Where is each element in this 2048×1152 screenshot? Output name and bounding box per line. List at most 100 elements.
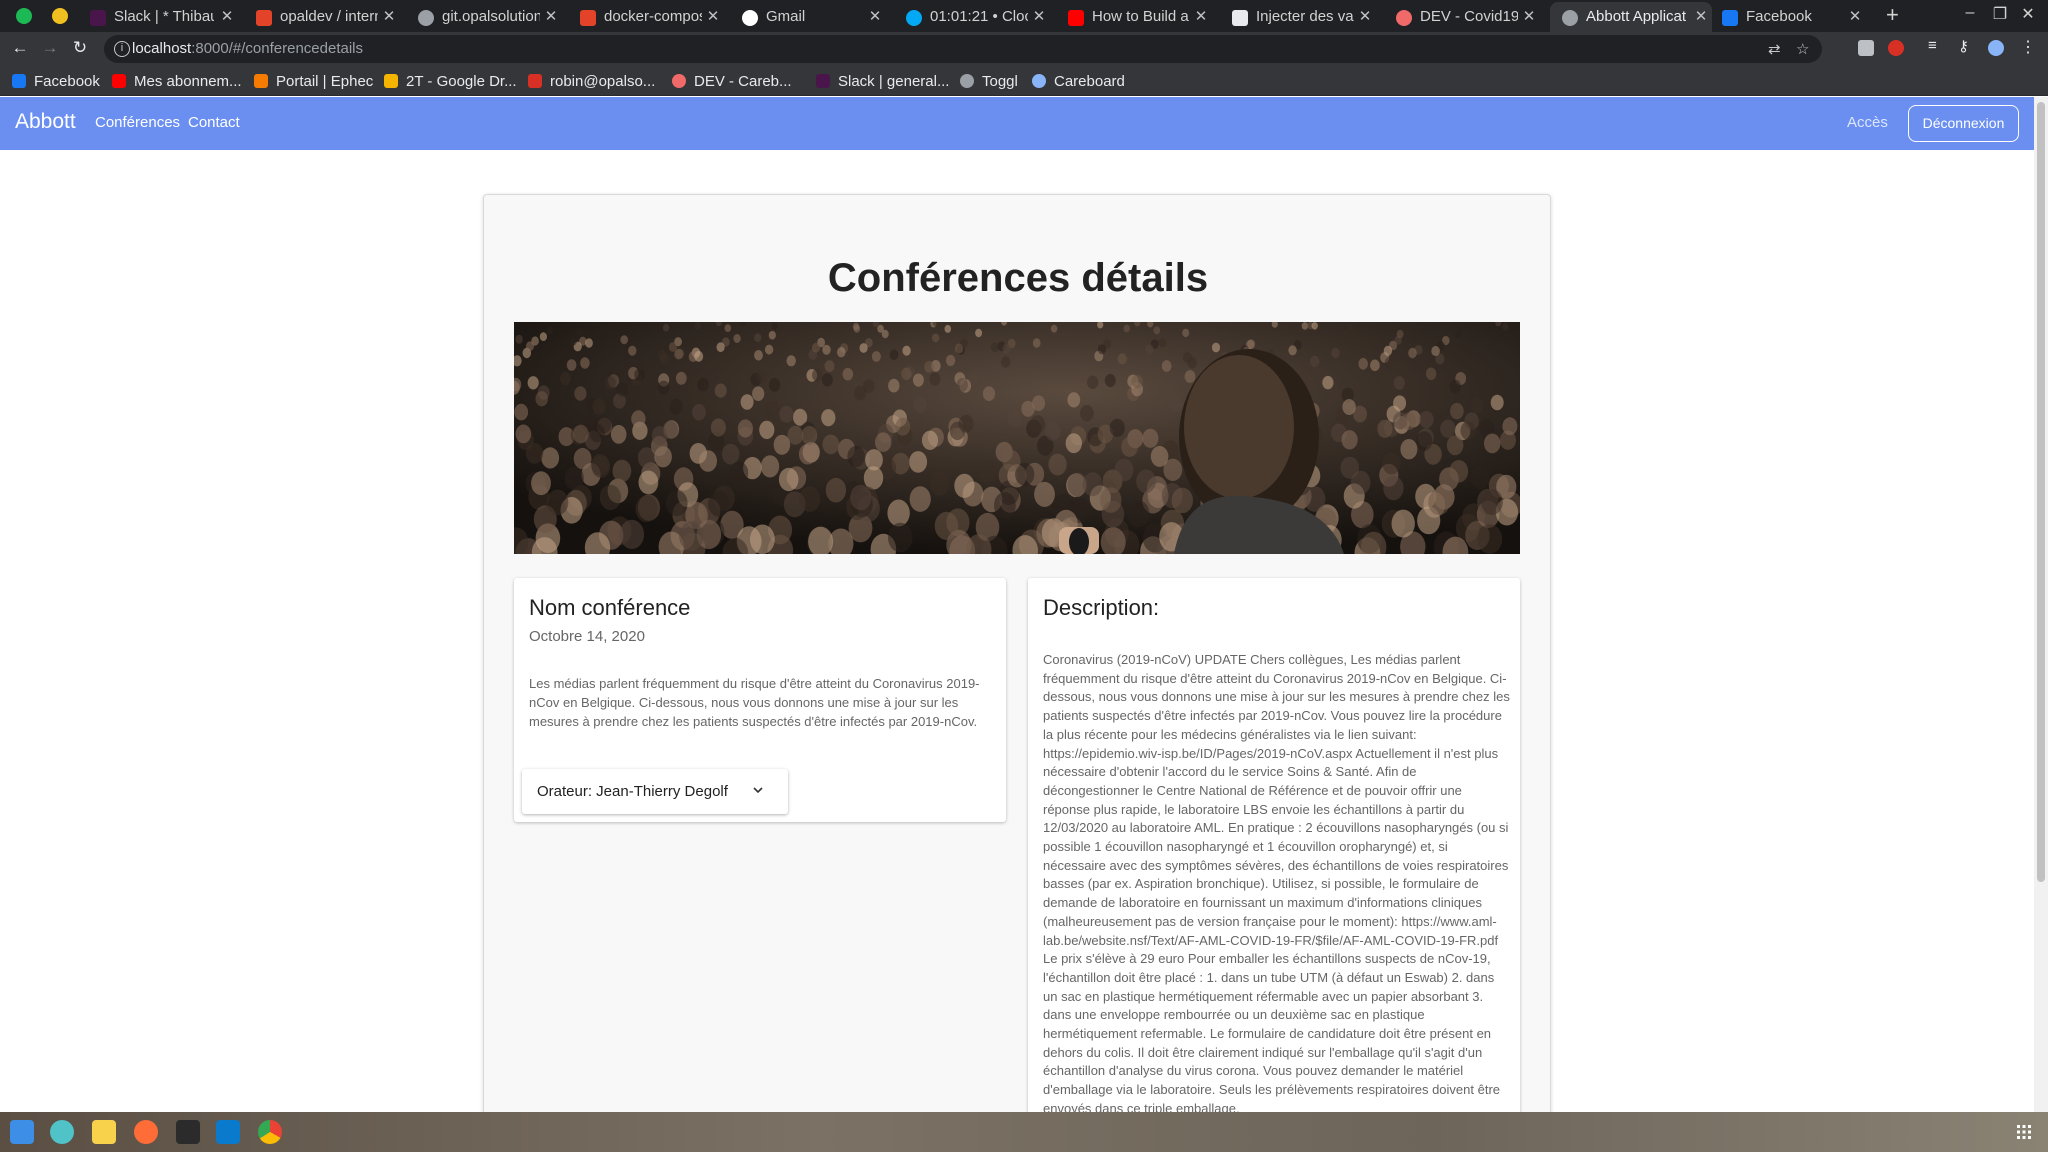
tab-title: How to Build a C bbox=[1092, 8, 1190, 25]
bookmark-item[interactable]: Careboard bbox=[1032, 73, 1125, 90]
forward-icon[interactable]: → bbox=[40, 38, 60, 58]
star-icon[interactable]: ☆ bbox=[1796, 40, 1809, 58]
tab-title: Slack | * Thibaud bbox=[114, 8, 214, 25]
gmail-icon bbox=[528, 74, 542, 88]
page-viewport: Abbott Conférences Contact Accès Déconne… bbox=[0, 97, 2034, 1112]
os-taskbar bbox=[0, 1112, 2048, 1152]
bookmark-item[interactable]: robin@opalso... bbox=[528, 73, 655, 90]
address-bar[interactable]: i localhost:8000/#/conferencedetails ⇄ ☆ bbox=[104, 35, 1822, 63]
profile-avatar[interactable] bbox=[1988, 40, 2004, 56]
facebook-icon bbox=[1722, 10, 1738, 26]
tab-title: Injecter des vari bbox=[1256, 8, 1354, 25]
close-tab-icon[interactable]: ✕ bbox=[706, 2, 720, 32]
tab-title: opaldev / intern bbox=[280, 8, 378, 25]
pinned-tab-icon[interactable] bbox=[52, 8, 68, 24]
info-icon[interactable]: i bbox=[114, 41, 130, 57]
browser-tab[interactable]: 01:01:21 • Clock ✕ bbox=[906, 2, 1050, 32]
browser-tab[interactable]: Facebook ✕ bbox=[1722, 2, 1866, 32]
conference-summary-card: Nom conférence Octobre 14, 2020 Les médi… bbox=[514, 578, 1006, 822]
google-icon bbox=[742, 10, 758, 26]
close-tab-icon[interactable]: ✕ bbox=[1848, 2, 1862, 32]
notes-icon[interactable] bbox=[92, 1120, 116, 1144]
toggl-icon bbox=[960, 74, 974, 88]
translate-icon[interactable]: ⇄ bbox=[1768, 40, 1781, 58]
bookmark-item[interactable]: Toggl bbox=[960, 73, 1018, 90]
reload-icon[interactable]: ↻ bbox=[70, 38, 90, 58]
nav-link-acces[interactable]: Accès bbox=[1847, 114, 1888, 131]
asana-icon bbox=[1396, 10, 1412, 26]
chat-icon[interactable] bbox=[50, 1120, 74, 1144]
browser-tab-active[interactable]: Abbott Applicat ✕ bbox=[1550, 2, 1712, 32]
browser-tab[interactable]: DEV - Covid19 - ✕ bbox=[1396, 2, 1540, 32]
clockify-icon bbox=[906, 10, 922, 26]
globe-icon bbox=[418, 10, 434, 26]
close-tab-icon[interactable]: ✕ bbox=[220, 2, 234, 32]
asana-icon bbox=[672, 74, 686, 88]
bookmark-item[interactable]: Slack | general... bbox=[816, 73, 949, 90]
new-tab-icon[interactable]: + bbox=[1886, 2, 1899, 28]
extension-icon[interactable] bbox=[1888, 40, 1904, 56]
conference-date: Octobre 14, 2020 bbox=[529, 628, 645, 645]
ephec-icon bbox=[254, 74, 268, 88]
chrome-icon[interactable] bbox=[258, 1120, 282, 1144]
queue-icon[interactable]: ≡ bbox=[1928, 37, 1944, 54]
globe-icon bbox=[1562, 10, 1578, 26]
browser-tab[interactable]: git.opalsolution ✕ bbox=[418, 2, 562, 32]
nav-link-conferences[interactable]: Conférences bbox=[95, 114, 180, 131]
browser-tab[interactable]: Slack | * Thibaud ✕ bbox=[90, 2, 238, 32]
close-tab-icon[interactable]: ✕ bbox=[1522, 2, 1536, 32]
close-tab-icon[interactable]: ✕ bbox=[382, 2, 396, 32]
conference-details-card: Conférences détails Nom conférence Octob… bbox=[483, 194, 1551, 1112]
close-tab-icon[interactable]: ✕ bbox=[1694, 2, 1708, 32]
tab-title: Abbott Applicat bbox=[1586, 8, 1687, 25]
close-tab-icon[interactable]: ✕ bbox=[868, 2, 882, 32]
bookmark-item[interactable]: Facebook bbox=[12, 73, 100, 90]
key-icon[interactable]: ⚷ bbox=[1958, 37, 1974, 55]
browser-tab-strip: Slack | * Thibaud ✕ opaldev / intern ✕ g… bbox=[0, 0, 2048, 32]
terminal-icon[interactable] bbox=[176, 1120, 200, 1144]
bookmark-item[interactable]: Mes abonnem... bbox=[112, 73, 242, 90]
bookmark-item[interactable]: 2T - Google Dr... bbox=[384, 73, 517, 90]
close-tab-icon[interactable]: ✕ bbox=[1032, 2, 1046, 32]
logout-button[interactable]: Déconnexion bbox=[1908, 105, 2019, 142]
speaker-label: Orateur: Jean-Thierry Degolf bbox=[537, 783, 728, 800]
hero-image bbox=[514, 322, 1520, 554]
gitlab-icon bbox=[580, 10, 596, 26]
brand-logo[interactable]: Abbott bbox=[15, 110, 76, 134]
tab-title: 01:01:21 • Clock bbox=[930, 8, 1028, 25]
spotify-pinned-tab-icon[interactable] bbox=[16, 8, 32, 24]
document-icon bbox=[1232, 10, 1248, 26]
extension-icon[interactable] bbox=[1858, 40, 1874, 56]
browser-tab[interactable]: Injecter des vari ✕ bbox=[1232, 2, 1376, 32]
bookmark-item[interactable]: Portail | Ephec bbox=[254, 73, 373, 90]
app-grid-icon[interactable] bbox=[2016, 1124, 2032, 1140]
description-heading: Description: bbox=[1043, 595, 1160, 620]
scrollbar-thumb[interactable] bbox=[2037, 102, 2045, 882]
conference-name: Nom conférence bbox=[529, 595, 691, 620]
back-icon[interactable]: ← bbox=[10, 38, 30, 58]
files-icon[interactable] bbox=[10, 1120, 34, 1144]
nav-link-contact[interactable]: Contact bbox=[188, 114, 240, 131]
vscode-icon[interactable] bbox=[216, 1120, 240, 1144]
minimize-icon[interactable]: – bbox=[1960, 4, 1980, 22]
tab-title: docker-compose bbox=[604, 8, 702, 25]
page-scrollbar[interactable] bbox=[2034, 97, 2048, 1112]
browser-tab[interactable]: opaldev / intern ✕ bbox=[256, 2, 400, 32]
browser-tab[interactable]: docker-compose ✕ bbox=[580, 2, 724, 32]
chevron-down-icon bbox=[753, 787, 763, 794]
slack-icon bbox=[816, 74, 830, 88]
close-tab-icon[interactable]: ✕ bbox=[544, 2, 558, 32]
speaker-dropdown[interactable]: Orateur: Jean-Thierry Degolf bbox=[522, 769, 788, 814]
close-window-icon[interactable]: ✕ bbox=[2018, 4, 2038, 24]
close-tab-icon[interactable]: ✕ bbox=[1194, 2, 1208, 32]
menu-icon[interactable]: ⋮ bbox=[2020, 37, 2036, 56]
browser-tab[interactable]: How to Build a C ✕ bbox=[1068, 2, 1212, 32]
restore-icon[interactable]: ❐ bbox=[1990, 4, 2010, 24]
bookmark-item[interactable]: DEV - Careb... bbox=[672, 73, 792, 90]
browser-tab[interactable]: Gmail ✕ bbox=[742, 2, 886, 32]
postman-icon[interactable] bbox=[134, 1120, 158, 1144]
url-text: localhost:8000/#/conferencedetails bbox=[132, 40, 363, 57]
description-body: Coronavirus (2019-nCoV) UPDATE Chers col… bbox=[1043, 652, 1510, 1112]
tab-title: DEV - Covid19 - bbox=[1420, 8, 1518, 25]
close-tab-icon[interactable]: ✕ bbox=[1358, 2, 1372, 32]
